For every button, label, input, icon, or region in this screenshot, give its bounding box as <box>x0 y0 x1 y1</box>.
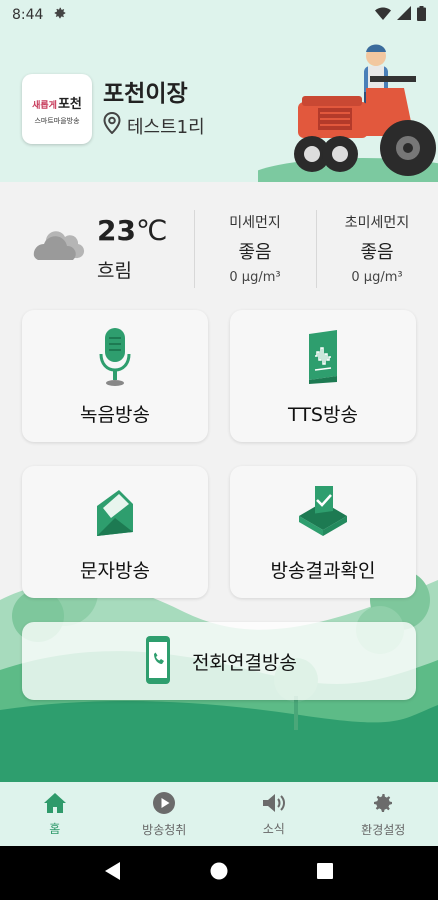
tts-book-icon <box>309 330 337 384</box>
divider <box>316 210 317 288</box>
nav-settings[interactable]: 환경설정 <box>329 782 438 846</box>
ultra-fine-dust: 초미세먼지 좋음 0 μg/m³ <box>322 212 432 285</box>
phone-broadcast-button[interactable]: 전화연결방송 <box>22 622 416 700</box>
fine-dust-status: 좋음 <box>238 242 272 263</box>
status-icons <box>375 5 426 25</box>
location-pin-icon <box>103 111 121 139</box>
ballot-check-icon <box>299 486 347 536</box>
nav-settings-label: 환경설정 <box>361 822 406 837</box>
home-screen: 8:44 새롭게포천 스마트마을방송 포천이장 테스트1리 23℃ 흐림 미세먼… <box>0 0 438 900</box>
fine-dust-value: 0 μg/m³ <box>229 270 281 285</box>
temperature-unit: ℃ <box>135 214 168 247</box>
nav-listen-label: 방송청취 <box>142 822 187 837</box>
village-selector[interactable]: 테스트1리 <box>103 111 205 139</box>
home-system-button[interactable] <box>210 862 228 884</box>
ultra-fine-dust-status: 좋음 <box>360 242 394 263</box>
logo-sub-text: 스마트마을방송 <box>34 116 80 125</box>
fine-dust-label: 미세먼지 <box>229 215 281 231</box>
envelope-icon <box>97 490 133 536</box>
signal-icon <box>397 6 411 24</box>
broadcast-result-label: 방송결과확인 <box>270 560 376 582</box>
sms-broadcast-label: 문자방송 <box>80 560 150 582</box>
battery-icon <box>417 5 426 25</box>
home-circle-icon <box>210 862 228 880</box>
nav-news-label: 소식 <box>262 821 285 836</box>
weather-condition: 흐림 <box>97 260 132 282</box>
header: 새롭게포천 스마트마을방송 포천이장 테스트1리 <box>0 30 438 182</box>
status-bar: 8:44 <box>0 0 438 30</box>
recents-square-icon <box>317 863 334 879</box>
back-button[interactable] <box>104 862 121 884</box>
temperature-value: 23 <box>97 214 136 247</box>
divider <box>194 210 195 288</box>
page-title: 포천이장 <box>103 81 188 107</box>
tractor-illustration <box>258 44 438 182</box>
nav-home[interactable]: 홈 <box>0 782 110 846</box>
record-broadcast-label: 녹음방송 <box>80 404 150 426</box>
status-time: 8:44 <box>12 7 44 23</box>
home-icon <box>43 792 66 813</box>
gear-icon <box>374 793 393 812</box>
phone-broadcast-label: 전화연결방송 <box>192 652 297 674</box>
fine-dust: 미세먼지 좋음 0 μg/m³ <box>200 212 310 285</box>
system-nav-bar <box>0 846 438 900</box>
village-name: 테스트1리 <box>127 116 205 138</box>
record-broadcast-button[interactable]: 녹음방송 <box>22 310 208 442</box>
weather-panel: 23℃ 흐림 미세먼지 좋음 0 μg/m³ 초미세먼지 좋음 0 μg/m³ <box>0 196 438 296</box>
sms-broadcast-button[interactable]: 문자방송 <box>22 466 208 598</box>
settings-notification-icon <box>53 6 67 24</box>
temperature: 23℃ <box>97 214 167 247</box>
tts-broadcast-label: TTS방송 <box>288 404 358 426</box>
ultra-fine-dust-value: 0 μg/m³ <box>351 270 403 285</box>
microphone-icon <box>99 328 131 386</box>
app-logo: 새롭게포천 스마트마을방송 <box>22 74 92 144</box>
nav-home-label: 홈 <box>49 821 61 836</box>
bottom-nav: 홈 방송청취 소식 환경설정 <box>0 782 438 846</box>
cloudy-icon <box>33 231 85 260</box>
logo-main-text: 포천 <box>57 96 82 112</box>
nav-listen[interactable]: 방송청취 <box>110 782 220 846</box>
speaker-icon <box>262 793 285 812</box>
broadcast-result-button[interactable]: 방송결과확인 <box>230 466 416 598</box>
tts-broadcast-button[interactable]: TTS방송 <box>230 310 416 442</box>
phone-icon <box>146 636 170 684</box>
ultra-fine-dust-label: 초미세먼지 <box>344 215 410 231</box>
wifi-icon <box>375 6 391 24</box>
back-triangle-icon <box>104 862 120 880</box>
recents-button[interactable] <box>317 863 334 883</box>
nav-news[interactable]: 소식 <box>219 782 329 846</box>
play-icon <box>153 791 176 814</box>
logo-accent-text: 새롭게 <box>32 100 57 111</box>
